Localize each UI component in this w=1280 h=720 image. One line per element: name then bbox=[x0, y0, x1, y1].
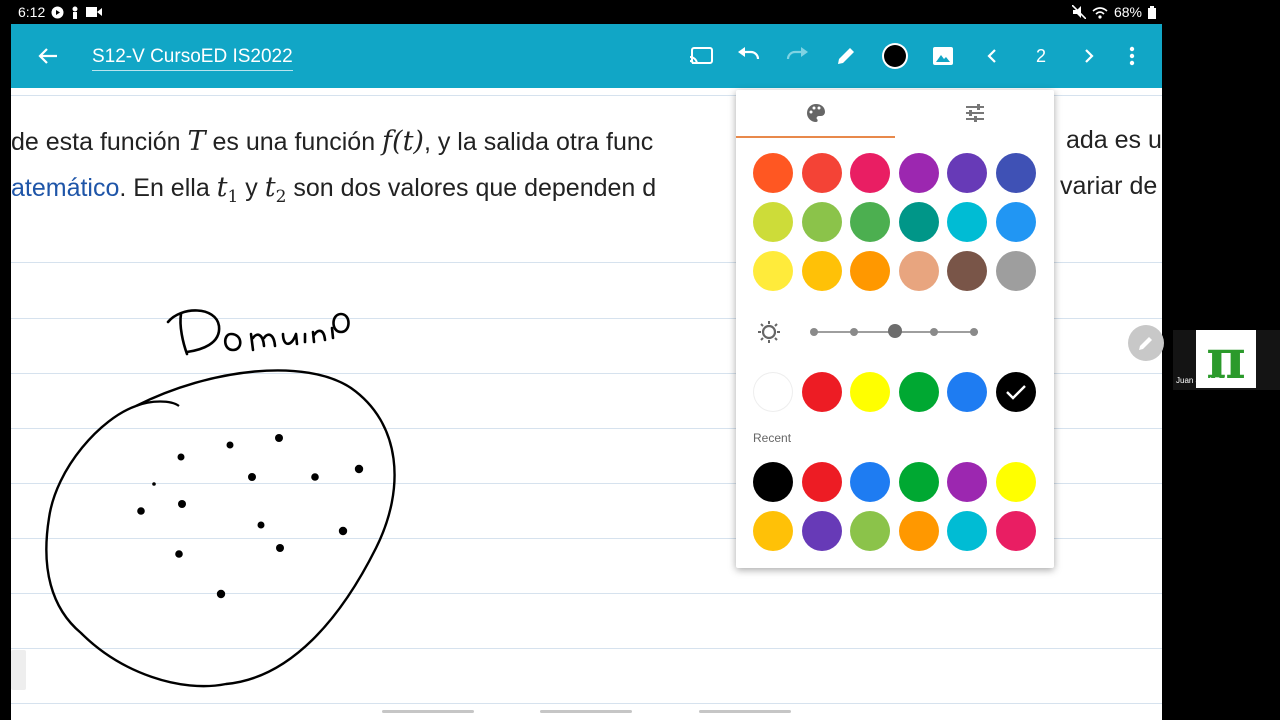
record-icon bbox=[51, 6, 64, 18]
battery-icon bbox=[1148, 5, 1156, 19]
recent-color-swatch[interactable] bbox=[802, 462, 842, 502]
recent-color-swatch[interactable] bbox=[753, 511, 793, 551]
moon-icon bbox=[1018, 323, 1027, 341]
handwritten-drawing bbox=[45, 309, 396, 688]
edge-panel-handle[interactable] bbox=[11, 650, 26, 690]
recent-color-swatch[interactable] bbox=[947, 462, 987, 502]
quick-color-swatch[interactable] bbox=[753, 372, 793, 412]
recent-color-swatch[interactable] bbox=[996, 511, 1036, 551]
palette-color-swatch[interactable] bbox=[753, 251, 793, 291]
palette-color-swatch[interactable] bbox=[947, 251, 987, 291]
recent-color-swatch[interactable] bbox=[850, 462, 890, 502]
recent-color-swatch[interactable] bbox=[996, 462, 1036, 502]
palette-color-swatch[interactable] bbox=[850, 153, 890, 193]
insert-image-button[interactable] bbox=[929, 42, 957, 70]
document-text-line-1-end: ada es u bbox=[1066, 126, 1162, 154]
handwritten-word-dominio bbox=[166, 309, 350, 356]
recent-color-swatch[interactable] bbox=[753, 462, 793, 502]
video-icon bbox=[86, 7, 103, 17]
image-icon bbox=[933, 47, 953, 65]
recent-color-swatch[interactable] bbox=[899, 511, 939, 551]
status-bar: 6:12 68% bbox=[0, 0, 1162, 24]
recent-color-swatch[interactable] bbox=[899, 462, 939, 502]
palette-color-swatch[interactable] bbox=[947, 153, 987, 193]
palette-color-swatch[interactable] bbox=[947, 202, 987, 242]
check-icon bbox=[1006, 385, 1026, 400]
back-arrow-icon[interactable] bbox=[37, 45, 59, 67]
domain-points bbox=[137, 434, 364, 599]
chevron-left-icon bbox=[987, 49, 996, 63]
slider-step bbox=[810, 328, 818, 336]
palette-color-swatch[interactable] bbox=[753, 202, 793, 242]
document-title[interactable]: S12-V CursoED IS2022 bbox=[92, 46, 293, 71]
color-dot-icon bbox=[882, 43, 908, 69]
floating-edit-button[interactable] bbox=[1128, 325, 1164, 361]
participant-name: Juan José Fallas bbox=[1176, 376, 1237, 385]
recent-color-swatch[interactable] bbox=[947, 511, 987, 551]
slider-step bbox=[930, 328, 938, 336]
palette-color-swatch[interactable] bbox=[802, 202, 842, 242]
pen-tool-button[interactable] bbox=[832, 42, 860, 70]
palette-color-swatch[interactable] bbox=[996, 202, 1036, 242]
cast-icon bbox=[689, 47, 713, 65]
palette-color-swatch[interactable] bbox=[899, 202, 939, 242]
tab-palette[interactable] bbox=[736, 90, 895, 138]
redo-icon bbox=[786, 47, 808, 60]
palette-color-swatch[interactable] bbox=[850, 251, 890, 291]
chevron-right-icon bbox=[1085, 49, 1094, 63]
nav-handle[interactable] bbox=[540, 710, 632, 713]
undo-button[interactable] bbox=[735, 42, 763, 70]
recent-color-swatch[interactable] bbox=[802, 511, 842, 551]
palette-color-swatch[interactable] bbox=[802, 153, 842, 193]
wifi-icon bbox=[1092, 6, 1108, 19]
redo-button[interactable] bbox=[783, 42, 811, 70]
tab-adjust[interactable] bbox=[895, 90, 1054, 136]
recent-label: Recent bbox=[753, 431, 792, 445]
palette-color-swatch[interactable] bbox=[899, 153, 939, 193]
more-vert-icon bbox=[1129, 46, 1135, 66]
palette-color-swatch[interactable] bbox=[996, 251, 1036, 291]
text-segment: , y la salida otra func bbox=[423, 128, 654, 156]
quick-color-swatch[interactable] bbox=[850, 372, 890, 412]
cast-button[interactable] bbox=[687, 42, 715, 70]
clock: 6:12 bbox=[18, 4, 46, 20]
nav-handle[interactable] bbox=[382, 710, 474, 713]
person-icon bbox=[72, 6, 78, 19]
slider-step bbox=[850, 328, 858, 336]
recent-color-swatch[interactable] bbox=[850, 511, 890, 551]
next-page-button[interactable] bbox=[1075, 42, 1103, 70]
previous-page-button[interactable] bbox=[978, 42, 1006, 70]
pen-icon bbox=[838, 48, 854, 64]
document-text-line-2-end: variar de bbox=[1060, 172, 1158, 200]
color-picker-panel: Recent bbox=[736, 90, 1054, 568]
page-number: 2 bbox=[1035, 45, 1046, 66]
undo-icon bbox=[738, 47, 760, 60]
quick-color-swatch[interactable] bbox=[996, 372, 1036, 412]
battery-percent: 68% bbox=[1113, 4, 1142, 20]
palette-color-swatch[interactable] bbox=[802, 251, 842, 291]
sun-icon bbox=[758, 321, 780, 343]
more-options-button[interactable] bbox=[1118, 42, 1146, 70]
sliders-icon bbox=[965, 104, 984, 122]
color-picker-button[interactable] bbox=[881, 42, 909, 70]
palette-color-swatch[interactable] bbox=[753, 153, 793, 193]
mute-icon bbox=[1071, 5, 1086, 19]
palette-color-swatch[interactable] bbox=[996, 153, 1036, 193]
palette-color-swatch[interactable] bbox=[899, 251, 939, 291]
quick-color-swatch[interactable] bbox=[947, 372, 987, 412]
app-bar: S12-V CursoED IS2022 2 bbox=[11, 24, 1162, 88]
quick-color-swatch[interactable] bbox=[899, 372, 939, 412]
brightness-slider-thumb[interactable] bbox=[888, 324, 902, 338]
palette-color-swatch[interactable] bbox=[850, 202, 890, 242]
slider-step bbox=[970, 328, 978, 336]
nav-handle[interactable] bbox=[699, 710, 791, 713]
quick-color-swatch[interactable] bbox=[802, 372, 842, 412]
pencil-icon bbox=[1139, 337, 1152, 350]
palette-icon bbox=[806, 104, 825, 122]
